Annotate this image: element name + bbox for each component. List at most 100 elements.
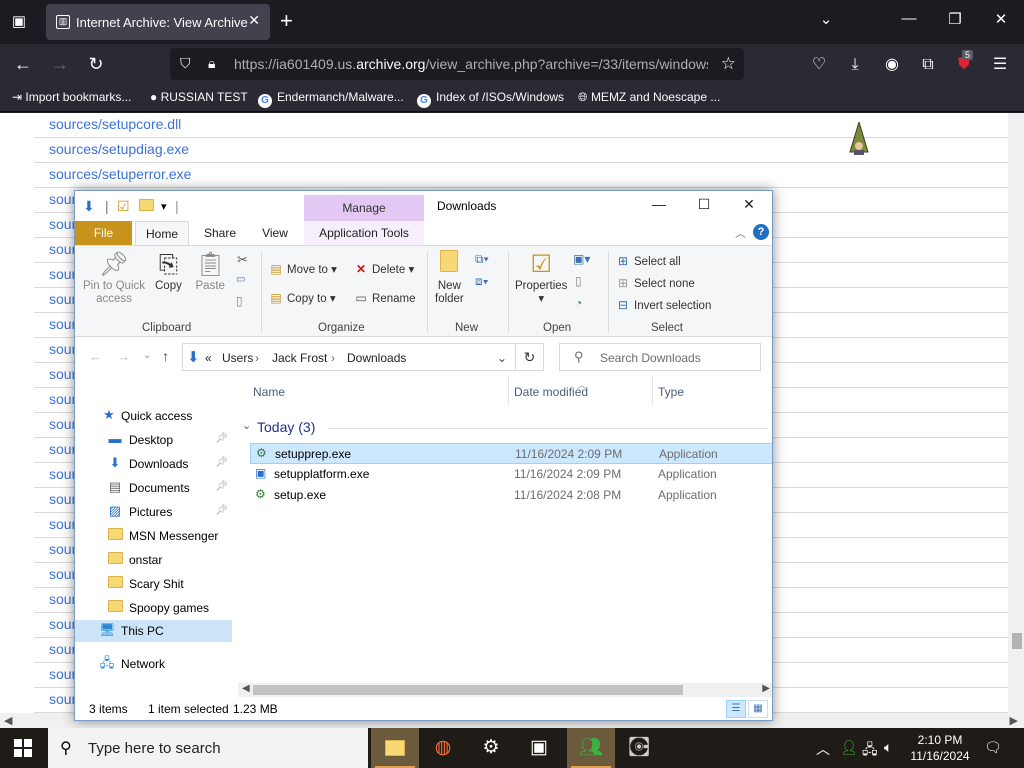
large-icons-view-button[interactable]: ▦ [748, 700, 768, 718]
breadcrumb-chevron-icon[interactable]: › [255, 351, 259, 365]
paste-button[interactable]: 📋︎ Paste [195, 250, 225, 293]
copy-to-button[interactable]: ▤ Copy to ▾ [269, 291, 335, 305]
archive-file-link[interactable]: sour [49, 591, 76, 607]
explorer-maximize-button[interactable]: ☐ [693, 196, 715, 213]
scroll-right-icon[interactable]: ▶ [762, 683, 770, 694]
archive-file-link[interactable]: sour [49, 316, 76, 332]
column-name[interactable]: Name [253, 385, 285, 399]
archive-file-link[interactable]: sour [49, 366, 76, 382]
archive-file-link[interactable]: sources/setuperror.exe [49, 166, 191, 182]
lock-icon[interactable]: 🔒︎ [208, 55, 215, 72]
easy-access-icon[interactable]: ⧈▾ [475, 274, 489, 289]
breadcrumb-downloads[interactable]: Downloads [347, 351, 406, 365]
nav-downloads[interactable]: ⬇ Downloads 📌︎ [75, 453, 232, 475]
archive-file-link[interactable]: sour [49, 516, 76, 532]
recent-locations-icon[interactable]: ⌄ [143, 350, 151, 361]
archive-file-link[interactable]: sour [49, 416, 76, 432]
back-button[interactable]: ← [10, 52, 36, 76]
new-item-icon[interactable]: ⧉▾ [475, 252, 489, 267]
restore-button[interactable]: ❐ [943, 10, 967, 28]
tab-view[interactable]: View [251, 221, 299, 245]
copy-path-icon[interactable]: ▭ [236, 274, 245, 285]
collapse-ribbon-icon[interactable]: ︿ [735, 225, 746, 241]
network-tray-icon[interactable]: 🖧︎ [862, 739, 878, 763]
nav-network[interactable]: 🖧︎ Network [75, 653, 232, 675]
forward-arrow-icon[interactable]: → [117, 349, 130, 364]
forward-button[interactable]: → [47, 52, 73, 76]
archive-file-link[interactable]: sour [49, 241, 76, 257]
archive-file-link[interactable]: sour [49, 641, 76, 657]
archive-file-link[interactable]: sour [49, 441, 76, 457]
select-all-button[interactable]: ⊞ Select all [616, 254, 681, 268]
bookmark-russian-test[interactable]: ● RUSSIAN TEST [150, 90, 248, 104]
address-bar[interactable]: ⬇ « Users › Jack Frost › Downloads ⌄ [182, 343, 516, 371]
archive-file-link[interactable]: sour [49, 191, 76, 207]
file-row[interactable]: ▣ setupplatform.exe 11/16/2024 2:09 PM Appl… [250, 464, 772, 485]
archive-file-link[interactable]: sour [49, 466, 76, 482]
archive-file-link[interactable]: sources/setupcore.dll [49, 116, 181, 132]
page-scroll-thumb[interactable] [1012, 633, 1022, 649]
bookmark-isos[interactable]: G Index of /ISOs/Windows [417, 90, 564, 108]
tab-file[interactable]: File [75, 221, 132, 245]
nav-pictures[interactable]: ▨ Pictures 📌︎ [75, 501, 232, 523]
up-arrow-icon[interactable]: ↑ [162, 348, 169, 364]
account-icon[interactable]: ◉ [881, 54, 903, 76]
tab-overflow-chevron-icon[interactable]: ⌄ [814, 10, 838, 28]
file-explorer-taskbar-icon[interactable] [371, 728, 419, 768]
tab-share[interactable]: Share [195, 221, 245, 245]
nav-this-pc[interactable]: 🖥︎ This PC [75, 620, 232, 642]
customize-qat-icon[interactable]: ▾ [161, 200, 167, 213]
divider[interactable] [508, 377, 509, 405]
refresh-button[interactable]: ↻ [516, 343, 544, 371]
volume-tray-icon[interactable]: 🔈︎ [884, 739, 892, 756]
page-scrollbar[interactable] [1008, 113, 1024, 713]
move-to-button[interactable]: ▤ Move to ▾ [269, 262, 337, 276]
msn-tray-icon[interactable]: 👤︎ [840, 739, 858, 756]
nav-documents[interactable]: ▤ Documents 📌︎ [75, 477, 232, 499]
firefox-taskbar-icon[interactable]: ◍ [419, 728, 467, 768]
nav-quick-access[interactable]: ★ Quick access [75, 405, 232, 427]
archive-file-link[interactable]: sour [49, 541, 76, 557]
clock[interactable]: 2:10 PM 11/16/2024 [905, 732, 975, 764]
address-dropdown-icon[interactable]: ⌄ [497, 351, 507, 365]
taskbar-search-input[interactable]: ⚲ Type here to search [48, 728, 368, 768]
nav-scary-shit[interactable]: Scary Shit [75, 573, 232, 595]
archive-file-link[interactable]: sour [49, 391, 76, 407]
url-bar[interactable]: ⛉ 🔒︎ https://ia601409.us.archive.org/vie… [170, 48, 744, 80]
breadcrumb-overflow[interactable]: « [205, 351, 212, 365]
archive-file-link[interactable]: sour [49, 616, 76, 632]
url-text[interactable]: https://ia601409.us.archive.org/view_arc… [234, 56, 708, 72]
divider[interactable] [652, 377, 653, 405]
archive-file-link[interactable]: sour [49, 216, 76, 232]
nav-desktop[interactable]: ▬ Desktop 📌︎ [75, 429, 232, 451]
bookmark-endermanch[interactable]: G Endermanch/Malware... [258, 90, 404, 108]
new-folder-qat-icon[interactable] [139, 198, 154, 214]
breadcrumb-chevron-icon[interactable]: › [331, 351, 335, 365]
breadcrumb-users[interactable]: Users [222, 351, 253, 365]
menu-icon[interactable]: ☰ [989, 54, 1011, 76]
group-today[interactable]: Today (3) [257, 419, 315, 435]
delete-button[interactable]: ✕ Delete ▾ [354, 262, 414, 276]
msn-messenger-taskbar-icon[interactable]: 👥︎ [567, 728, 615, 768]
bookmark-import[interactable]: ⇥ Import bookmarks... [12, 90, 131, 104]
scroll-thumb[interactable] [253, 685, 683, 695]
nav-spoopy-games[interactable]: Spoopy games [75, 597, 232, 619]
column-type[interactable]: Type [658, 385, 684, 399]
bookmark-memz[interactable]: 🌐︎ MEMZ and Noescape ... [578, 90, 720, 105]
file-row[interactable]: ⚙ setup.exe 11/16/2024 2:08 PM Application [250, 485, 772, 506]
browser-tab[interactable]: ▥ Internet Archive: View Archive ✕ [46, 4, 270, 40]
details-view-button[interactable]: ☰ [726, 700, 746, 718]
copy-button[interactable]: ⎘ Copy [155, 250, 182, 293]
new-folder-button[interactable]: New folder [435, 250, 464, 306]
extensions-icon[interactable]: ⧉ [917, 54, 939, 76]
archive-file-link[interactable]: sour [49, 266, 76, 282]
tab-list-icon[interactable]: ▣ [6, 10, 32, 34]
app-window-taskbar-icon[interactable]: ▣ [515, 728, 563, 768]
nav-msn-messenger[interactable]: MSN Messenger [75, 525, 232, 547]
edit-icon[interactable]: ▯ [575, 274, 582, 288]
scroll-left-icon[interactable]: ◀ [4, 714, 12, 727]
tab-home[interactable]: Home [135, 221, 189, 245]
windows-start-icon[interactable] [14, 739, 32, 757]
notifications-icon[interactable]: 🗨︎ [984, 739, 1002, 756]
archive-file-link[interactable]: sour [49, 341, 76, 357]
